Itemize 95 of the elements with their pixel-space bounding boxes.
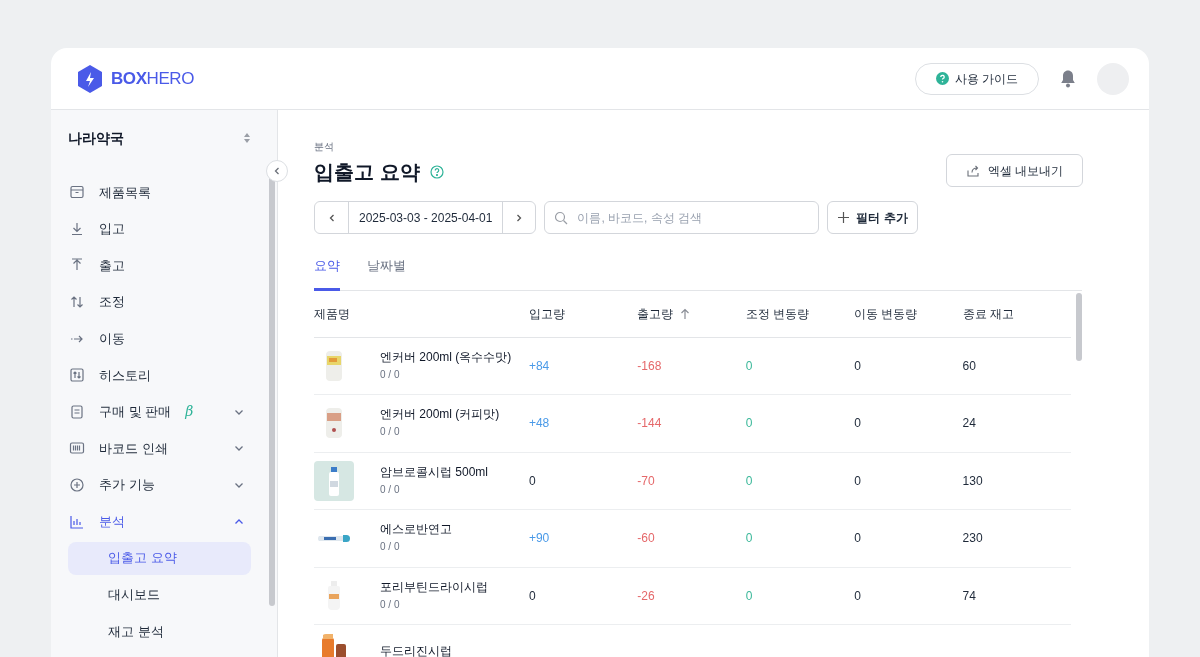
table-cell: 0 — [854, 358, 861, 373]
product-name[interactable]: 에스로반연고 — [380, 522, 452, 537]
table-cell: -60 — [637, 531, 655, 546]
add-filter-button[interactable]: 필터 추가 — [827, 201, 918, 234]
sidebar-label: 바코드 인쇄 — [99, 439, 168, 458]
sidebar-label: 출고 — [99, 256, 125, 275]
help-icon — [935, 72, 949, 85]
table-cell: 0 — [528, 473, 536, 488]
sort-icon — [243, 132, 251, 144]
table-cell: 74 — [962, 588, 976, 603]
share-icon — [965, 163, 980, 178]
date-range-picker[interactable]: 2025-03-03 - 2025-04-01 — [314, 201, 537, 234]
scrollbar-thumb[interactable] — [1076, 292, 1082, 361]
bar-chart-icon — [69, 513, 85, 530]
sidebar-label: 조정 — [99, 293, 125, 312]
sidebar-item[interactable]: 이동 — [68, 320, 251, 357]
barcode-icon — [69, 440, 85, 457]
breadcrumb: 분석 — [314, 140, 335, 154]
column-header[interactable]: 종료 재고 — [962, 304, 1071, 323]
table-cell: 0 — [854, 473, 861, 488]
product-name[interactable]: 암브로콜시럽 500ml — [380, 464, 489, 479]
sidebar-subitem[interactable]: 대시보드 — [68, 578, 251, 612]
column-header[interactable]: 제품명 — [314, 304, 529, 323]
product-subtext: 0 / 0 — [380, 597, 401, 612]
sidebar-label: 추가 기능 — [99, 476, 155, 495]
sidebar-label: 분석 — [99, 512, 125, 531]
sidebar-item[interactable]: 제품목록 — [68, 174, 251, 211]
table-cell: 24 — [962, 416, 976, 431]
table-cell: -144 — [637, 416, 662, 431]
product-name[interactable]: 엔커버 200ml (옥수수맛) — [380, 349, 512, 364]
table-cell: 0 — [854, 531, 861, 546]
search-field[interactable]: 이름, 바코드, 속성 검색 — [544, 201, 820, 234]
sidebar-item[interactable]: 바코드 인쇄 — [68, 430, 251, 467]
product-subtext: 0 / 0 — [380, 482, 401, 497]
sidebar-label: 이동 — [99, 329, 125, 348]
beta-label: β — [185, 402, 194, 422]
plus-icon — [837, 211, 851, 224]
sidebar-label: 구매 및 판매 — [99, 403, 172, 422]
page-title: 입출고 요약 — [314, 160, 420, 185]
column-header[interactable]: 이동 변동량 — [854, 304, 963, 323]
collapse-button[interactable] — [266, 160, 288, 182]
column-header[interactable]: 입고량 — [528, 304, 638, 323]
column-header[interactable]: 조정 변동량 — [745, 304, 855, 323]
table-cell: +48 — [528, 416, 550, 431]
table-cell: 0 — [854, 416, 861, 431]
sidebar-subitem[interactable]: 입출고 요약 — [68, 541, 251, 575]
sidebar-item[interactable]: 분석 — [68, 503, 251, 540]
sidebar-subitem[interactable]: 재고 분석 — [68, 614, 251, 648]
sidebar-label: 입고 — [99, 220, 125, 239]
sidebar-item[interactable]: 추가 기능 — [68, 466, 251, 504]
help-icon[interactable] — [429, 165, 444, 179]
product-name[interactable]: 두드리진시럽 — [380, 644, 452, 657]
product-subtext: 0 / 0 — [380, 540, 401, 555]
logo-text: BOXHERO — [111, 67, 194, 90]
table-cell: 0 — [528, 588, 536, 603]
table-cell: 0 — [854, 588, 861, 603]
tab[interactable]: 요약 — [314, 256, 340, 291]
table-cell: -26 — [637, 588, 655, 603]
table-cell: 0 — [745, 473, 753, 488]
store-selector[interactable]: 나라약국 — [68, 128, 251, 148]
sidebar-label: 제품목록 — [99, 183, 151, 202]
product-subtext: 0 / 0 — [380, 367, 401, 382]
sidebar-item[interactable]: 조정 — [68, 283, 251, 321]
table-cell: 0 — [745, 416, 753, 431]
sidebar-item[interactable]: 출고 — [68, 247, 251, 284]
date-range: 2025-03-03 - 2025-04-01 — [358, 209, 494, 227]
table-cell: +90 — [528, 531, 550, 546]
sidebar-item[interactable]: 입고 — [68, 210, 251, 248]
chevron-left-icon — [272, 166, 282, 176]
download-arrow-icon — [69, 220, 85, 237]
product-subtext: 0 / 0 — [380, 425, 401, 440]
table-cell: 0 — [745, 358, 753, 373]
table-cell: -70 — [637, 473, 655, 488]
table-cell: +84 — [528, 358, 550, 373]
sidebar-label: 히스토리 — [99, 366, 151, 385]
product-name[interactable]: 엔커버 200ml (커피맛) — [380, 407, 500, 422]
sidebar-item[interactable]: 구매 및 판매 β — [68, 393, 251, 431]
table-cell: 130 — [962, 473, 983, 488]
bell-icon[interactable] — [1059, 68, 1077, 89]
tab[interactable]: 날짜별 — [367, 256, 406, 291]
table-cell: -168 — [637, 358, 662, 373]
document-icon — [69, 403, 85, 420]
table-cell: 60 — [962, 358, 976, 373]
export-button[interactable]: 엑셀 내보내기 — [945, 154, 1083, 187]
logo-icon — [77, 63, 103, 94]
sidebar-item[interactable]: 히스토리 — [68, 356, 251, 394]
table-cell: 0 — [745, 531, 753, 546]
box-icon — [69, 184, 85, 201]
search-icon — [554, 211, 569, 225]
table-cell: 0 — [745, 588, 753, 603]
column-header[interactable]: 출고량 — [637, 304, 746, 323]
table-cell: 230 — [962, 531, 983, 546]
plus-circle-icon — [69, 477, 85, 494]
product-name[interactable]: 포리부틴드라이시럽 — [380, 579, 488, 594]
history-icon — [69, 367, 85, 384]
